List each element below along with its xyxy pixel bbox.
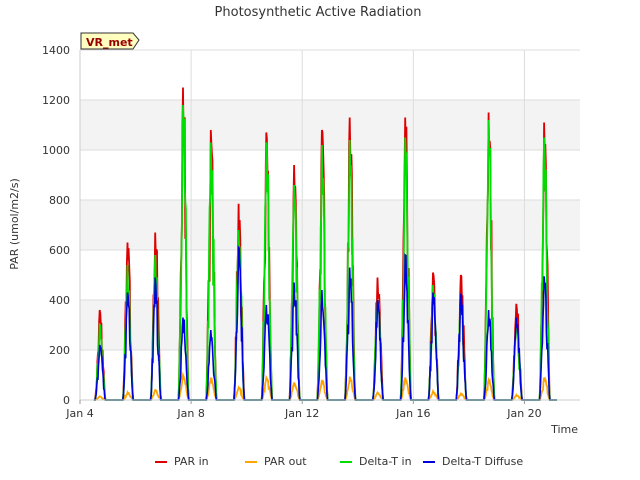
par-chart: Photosynthetic Active Radiation 0 200 400 6… [8, 5, 580, 468]
legend-label: PAR out [264, 455, 307, 468]
plot-background [80, 50, 580, 400]
y-tick-label: 0 [63, 394, 70, 407]
site-label-badge: VR_met [80, 32, 140, 50]
y-axis-label: PAR (umol/m2/s) [8, 178, 21, 270]
y-tick-label: 1000 [42, 144, 70, 157]
y-tick-label: 1200 [42, 94, 70, 107]
x-tick-label: Jan 4 [65, 407, 93, 420]
y-tick-label: 600 [49, 244, 70, 257]
x-tick-label: Jan 8 [176, 407, 204, 420]
y-tick-label: 800 [49, 194, 70, 207]
plot-band [80, 150, 580, 200]
x-tick-label: Jan 16 [395, 407, 430, 420]
x-axis-label: Time [550, 423, 578, 436]
chart-title: Photosynthetic Active Radiation [215, 5, 422, 20]
x-tick-label: Jan 20 [506, 407, 541, 420]
plot-band [80, 100, 580, 150]
y-tick-label: 400 [49, 294, 70, 307]
y-tick-label: 200 [49, 344, 70, 357]
y-tick-label: 1400 [42, 44, 70, 57]
legend-label: Delta-T in [359, 455, 412, 468]
legend: PAR in PAR out Delta-T in Delta-T Diffuse [155, 455, 523, 468]
y-tick-labels: 0 200 400 600 800 1000 1200 1400 [42, 44, 70, 407]
plot-band [80, 300, 580, 350]
x-tick-labels: Jan 4 Jan 8 Jan 12 Jan 16 Jan 20 [65, 400, 542, 420]
legend-label: Delta-T Diffuse [442, 455, 523, 468]
site-label-text: VR_met [86, 36, 133, 49]
plot-band [80, 50, 580, 100]
x-tick-label: Jan 12 [284, 407, 319, 420]
legend-label: PAR in [174, 455, 209, 468]
